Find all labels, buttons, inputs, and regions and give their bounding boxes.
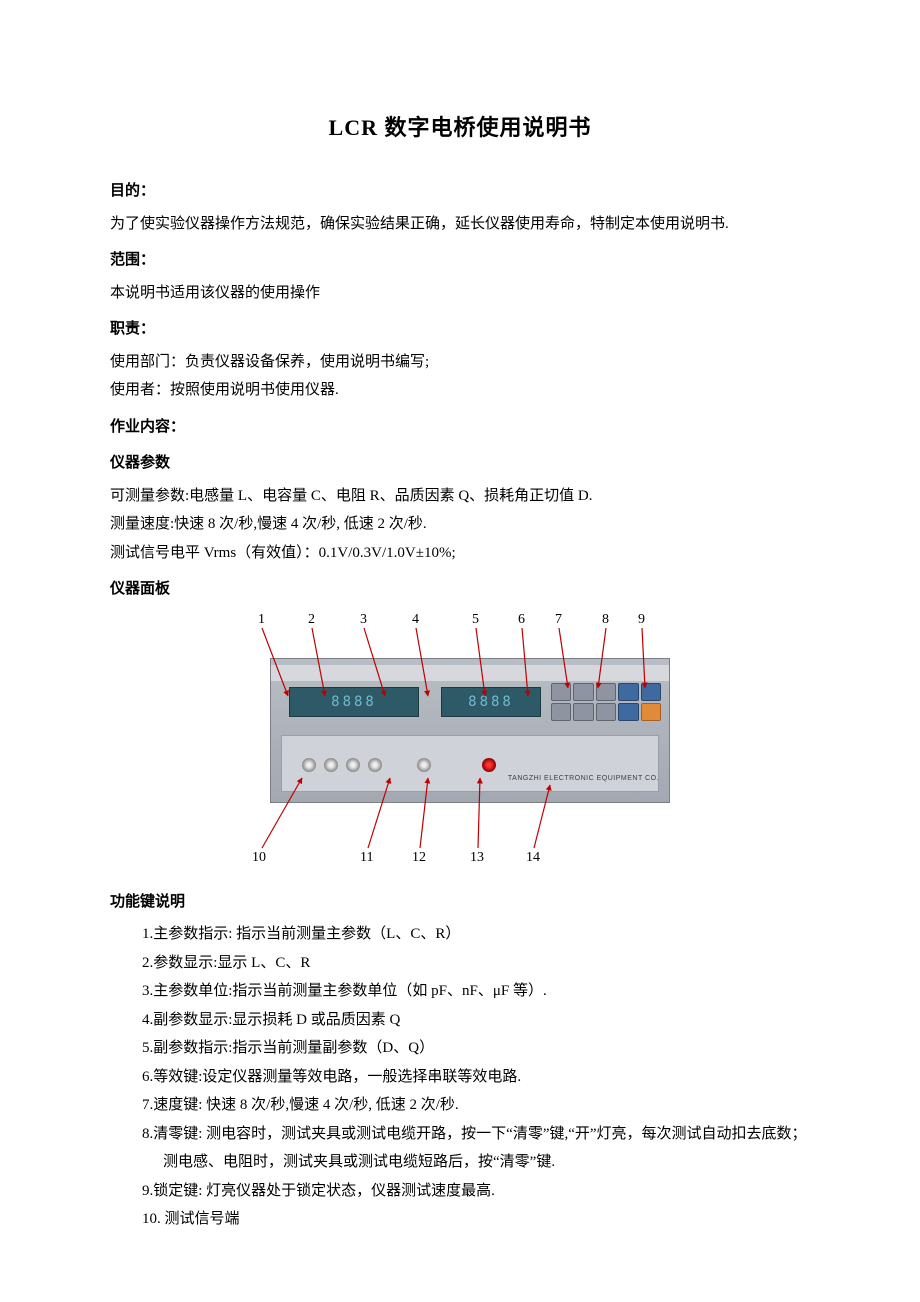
head-purpose: 目的： bbox=[110, 177, 810, 206]
func-key-5: 5.副参数指示:指示当前测量副参数（D、Q） bbox=[142, 1034, 810, 1063]
func-key-6: 6.等效键:设定仪器测量等效电路，一般选择串联等效电路. bbox=[142, 1063, 810, 1092]
callout-8: 8 bbox=[602, 612, 609, 628]
page: LCR 数字电桥使用说明书 目的： 为了使实验仪器操作方法规范，确保实验结果正确… bbox=[0, 0, 920, 1302]
func-key-2: 2.参数显示:显示 L、C、R bbox=[142, 949, 810, 978]
head-func-keys: 功能键说明 bbox=[110, 888, 810, 917]
text-params-1: 可测量参数:电感量 L、电容量 C、电阻 R、品质因素 Q、损耗角正切值 D. bbox=[110, 482, 810, 511]
text-params-3: 测试信号电平 Vrms（有效值）：0.1V/0.3V/1.0V±10%; bbox=[110, 539, 810, 568]
func-key-7: 7.速度键: 快速 8 次/秒,慢速 4 次/秒, 低速 2 次/秒. bbox=[142, 1091, 810, 1120]
head-work-content: 作业内容： bbox=[110, 413, 810, 442]
panel-figure: 1 2 3 4 5 6 7 8 9 10 11 12 13 14 8888 88… bbox=[190, 610, 730, 870]
head-panel: 仪器面板 bbox=[110, 575, 810, 604]
callout-11: 11 bbox=[360, 850, 373, 866]
callout-13: 13 bbox=[470, 850, 484, 866]
callout-5: 5 bbox=[472, 612, 479, 628]
callout-6: 6 bbox=[518, 612, 525, 628]
func-key-1: 1.主参数指示: 指示当前测量主参数（L、C、R） bbox=[142, 920, 810, 949]
keypad bbox=[551, 683, 661, 721]
text-purpose: 为了使实验仪器操作方法规范，确保实验结果正确，延长仪器使用寿命，特制定本使用说明… bbox=[110, 210, 810, 239]
callout-1: 1 bbox=[258, 612, 265, 628]
func-key-10: 10. 测试信号端 bbox=[142, 1205, 810, 1234]
callout-4: 4 bbox=[412, 612, 419, 628]
func-key-3: 3.主参数单位:指示当前测量主参数单位（如 pF、nF、μF 等）. bbox=[142, 977, 810, 1006]
callout-14: 14 bbox=[526, 850, 540, 866]
callout-2: 2 bbox=[308, 612, 315, 628]
device-photo: 8888 8888 TANGZHI ELECTRONIC EQUIPMENT C… bbox=[270, 658, 670, 803]
text-duty-2: 使用者：按照使用说明书使用仪器. bbox=[110, 376, 810, 405]
callout-12: 12 bbox=[412, 850, 426, 866]
callout-3: 3 bbox=[360, 612, 367, 628]
text-scope: 本说明书适用该仪器的使用操作 bbox=[110, 279, 810, 308]
lcd-main: 8888 bbox=[289, 687, 419, 717]
document-title: LCR 数字电桥使用说明书 bbox=[110, 110, 810, 142]
callout-10: 10 bbox=[252, 850, 266, 866]
text-params-2: 测量速度:快速 8 次/秒,慢速 4 次/秒, 低速 2 次/秒. bbox=[110, 510, 810, 539]
func-key-8: 8.清零键: 测电容时，测试夹具或测试电缆开路，按一下“清零”键,“开”灯亮，每… bbox=[142, 1120, 810, 1177]
func-key-4: 4.副参数显示:显示损耗 D 或品质因素 Q bbox=[142, 1006, 810, 1035]
head-scope: 范围： bbox=[110, 246, 810, 275]
text-duty-1: 使用部门：负责仪器设备保养，使用说明书编写; bbox=[110, 348, 810, 377]
lcd-sub: 8888 bbox=[441, 687, 541, 717]
callout-7: 7 bbox=[555, 612, 562, 628]
device-brand: TANGZHI ELECTRONIC EQUIPMENT CO. bbox=[508, 775, 659, 782]
head-params: 仪器参数 bbox=[110, 449, 810, 478]
callout-9: 9 bbox=[638, 612, 645, 628]
head-duty: 职责： bbox=[110, 315, 810, 344]
func-key-list: 1.主参数指示: 指示当前测量主参数（L、C、R） 2.参数显示:显示 L、C、… bbox=[110, 920, 810, 1234]
func-key-9: 9.锁定键: 灯亮仪器处于锁定状态，仪器测试速度最高. bbox=[142, 1177, 810, 1206]
